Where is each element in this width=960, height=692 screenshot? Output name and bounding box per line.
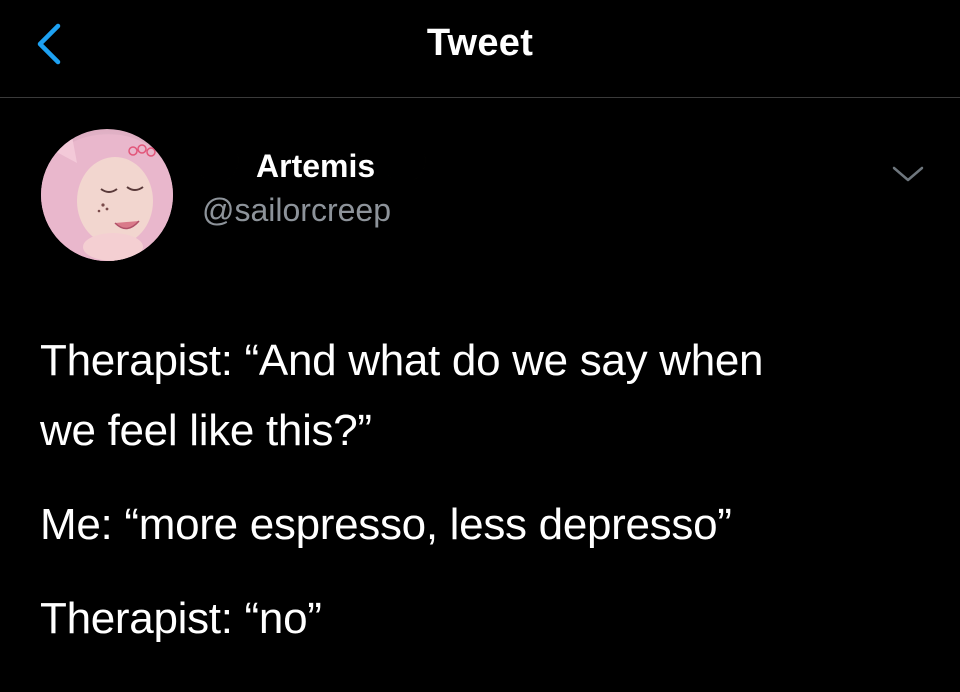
author-info: Artemis @sailorcreep bbox=[196, 146, 437, 242]
tweet-line: Therapist: “And what do we say when bbox=[40, 336, 764, 385]
crescent-moon-icon bbox=[200, 148, 239, 183]
avatar[interactable] bbox=[41, 129, 173, 261]
tweet-text: Therapist: “And what do we say when we f… bbox=[40, 326, 920, 654]
tweet-line: we feel like this?” bbox=[40, 406, 372, 455]
top-bar: Tweet bbox=[0, 0, 960, 98]
tweet-options-button[interactable] bbox=[890, 162, 926, 186]
user-handle[interactable]: @sailorcreep bbox=[202, 190, 437, 230]
tweet-line: Me: “more espresso, less depresso” bbox=[40, 500, 732, 549]
chevron-down-icon bbox=[892, 166, 924, 182]
display-name[interactable]: Artemis bbox=[196, 146, 437, 186]
display-name-text: Artemis bbox=[256, 148, 376, 184]
page-title: Tweet bbox=[426, 22, 534, 64]
tweet-line: Therapist: “no” bbox=[40, 594, 322, 643]
crescent-moon-icon bbox=[387, 148, 426, 183]
